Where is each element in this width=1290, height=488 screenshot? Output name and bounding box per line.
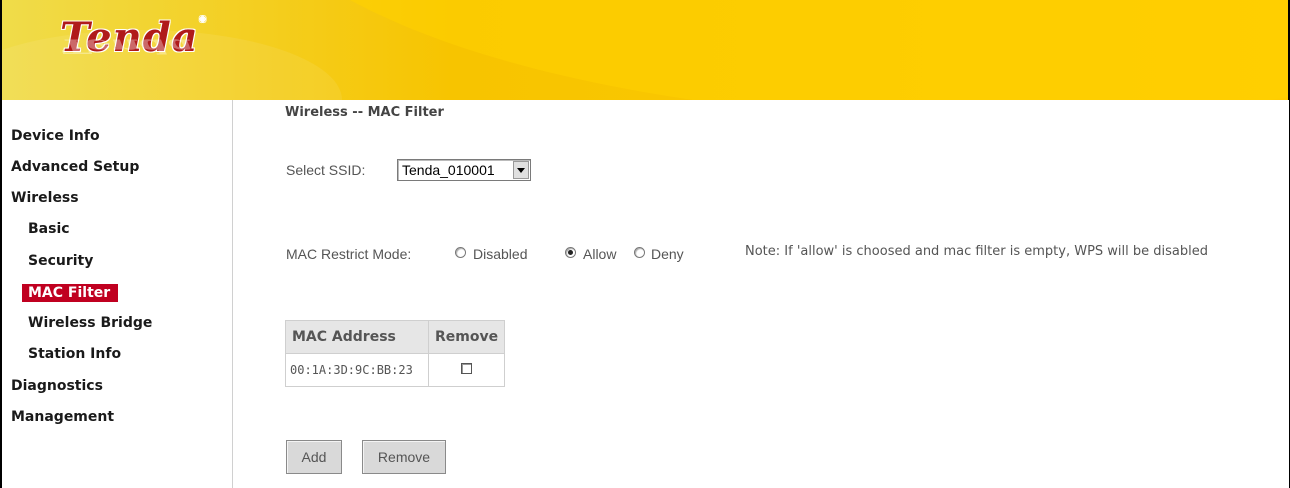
- table-header-row: MAC Address Remove: [285, 320, 506, 354]
- logo-reflection: Tenda: [60, 34, 194, 59]
- wps-note: Note: If 'allow' is choosed and mac filt…: [745, 244, 1208, 259]
- sidebar-item-management[interactable]: Management: [11, 409, 114, 425]
- radio-deny-label: Deny: [651, 246, 684, 262]
- remove-button[interactable]: Remove: [362, 440, 446, 474]
- remove-cell: [427, 353, 506, 387]
- sidebar: Device Info Advanced Setup Wireless Basi…: [2, 100, 232, 488]
- sidebar-item-diagnostics[interactable]: Diagnostics: [11, 378, 103, 394]
- sidebar-item-wireless[interactable]: Wireless: [11, 190, 79, 206]
- radio-deny[interactable]: [634, 247, 645, 258]
- radio-disabled-label: Disabled: [473, 246, 528, 262]
- sidebar-item-device-info[interactable]: Device Info: [11, 128, 100, 144]
- sidebar-item-advanced-setup[interactable]: Advanced Setup: [11, 159, 139, 175]
- ssid-selected-value: Tenda_010001: [402, 162, 495, 178]
- sidebar-item-mac-filter[interactable]: MAC Filter: [22, 284, 119, 302]
- main-content: Wireless -- MAC Filter Select SSID: Tend…: [232, 100, 1289, 488]
- remove-checkbox[interactable]: [461, 363, 473, 374]
- restrict-mode-label: MAC Restrict Mode:: [286, 246, 412, 262]
- sidebar-item-wireless-bridge[interactable]: Wireless Bridge: [28, 315, 152, 331]
- mac-address-cell: 00:1A:3D:9C:BB:23: [285, 353, 429, 387]
- sidebar-item-security[interactable]: Security: [28, 253, 93, 269]
- page-title: Wireless -- MAC Filter: [285, 105, 444, 120]
- header-arc-decoration: [232, 0, 1288, 100]
- column-header-mac-address: MAC Address: [285, 320, 429, 354]
- column-header-remove: Remove: [427, 320, 506, 354]
- ssid-select[interactable]: Tenda_010001: [397, 159, 531, 181]
- header-banner: Tenda® Tenda: [2, 0, 1288, 100]
- chevron-down-icon[interactable]: [513, 161, 529, 179]
- sidebar-item-station-info[interactable]: Station Info: [28, 346, 121, 362]
- ssid-label: Select SSID:: [286, 162, 366, 178]
- add-button[interactable]: Add: [286, 440, 342, 474]
- radio-allow-label: Allow: [583, 246, 617, 262]
- sidebar-item-basic[interactable]: Basic: [28, 221, 70, 237]
- table-row: 00:1A:3D:9C:BB:23: [285, 353, 506, 387]
- radio-disabled[interactable]: [455, 247, 466, 258]
- mac-filter-table: MAC Address Remove 00:1A:3D:9C:BB:23: [285, 320, 506, 387]
- radio-allow[interactable]: [565, 247, 576, 258]
